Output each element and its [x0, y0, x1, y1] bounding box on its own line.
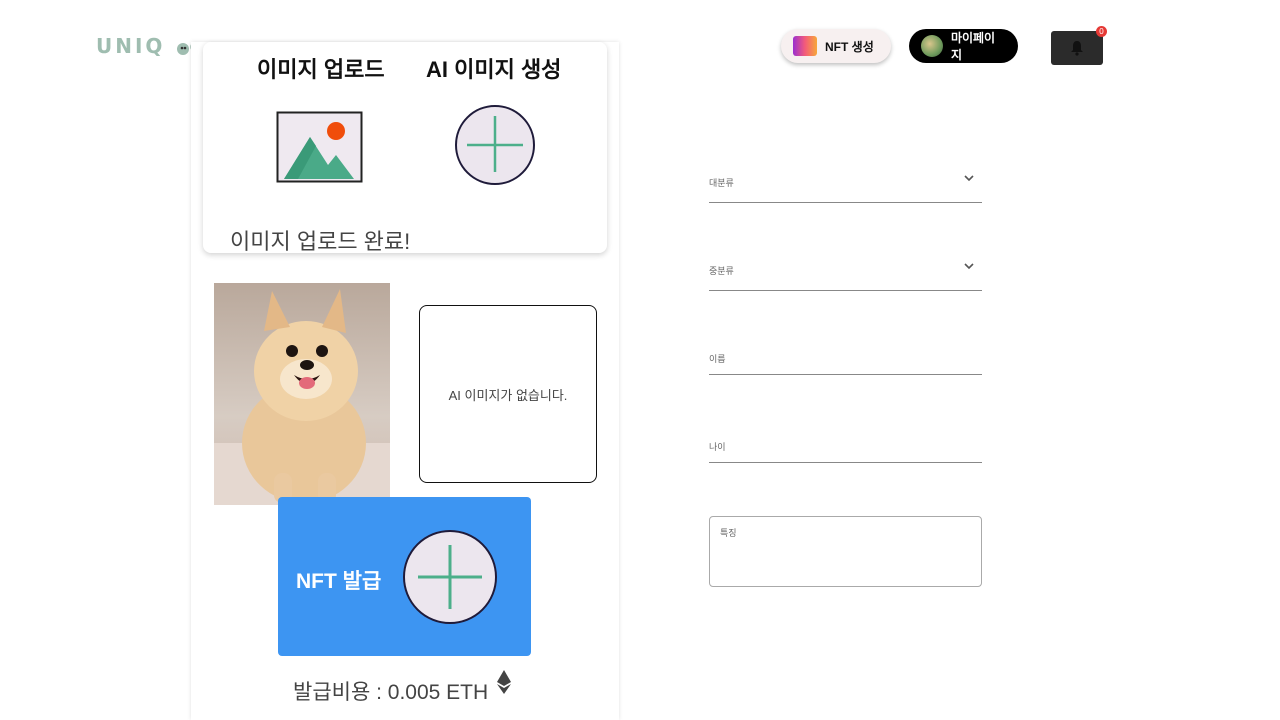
mypage-button[interactable]: 마이페이지	[909, 29, 1018, 63]
ai-generate-icon[interactable]	[454, 104, 536, 186]
ai-image-preview: AI 이미지가 없습니다.	[419, 305, 597, 483]
app-logo[interactable]: UNIQ	[96, 34, 201, 58]
name-label: 이름	[709, 354, 726, 364]
category-major-label: 대분류	[709, 178, 734, 188]
ai-image-empty-text: AI 이미지가 없습니다.	[448, 387, 568, 403]
traits-textarea[interactable]: 특징	[709, 516, 982, 587]
chevron-down-icon	[964, 263, 974, 270]
nft-mint-button[interactable]: NFT 발급	[278, 497, 531, 656]
avatar	[921, 35, 943, 57]
tab-ai-image[interactable]: AI 이미지 생성	[426, 52, 561, 84]
notification-badge: 0	[1096, 26, 1107, 37]
mint-plus-icon	[403, 530, 497, 624]
mint-fee-text: 발급비용 : 0.005 ETH	[293, 681, 489, 704]
upload-status-text: 이미지 업로드 완료!	[230, 229, 411, 254]
nft-mint-label: NFT 발급	[296, 570, 382, 593]
bell-icon	[1071, 41, 1083, 56]
age-label: 나이	[709, 442, 726, 452]
mypage-label: 마이페이지	[950, 31, 996, 62]
notification-button[interactable]	[1051, 31, 1103, 65]
age-input[interactable]: 나이	[709, 432, 982, 463]
nft-create-icon	[793, 36, 817, 56]
nft-create-label: NFT 생성	[825, 39, 874, 54]
mint-fee: 발급비용 : 0.005 ETH	[293, 670, 511, 706]
tab-image-upload[interactable]: 이미지 업로드	[257, 52, 385, 84]
category-minor-select[interactable]: 중분류	[709, 254, 982, 291]
name-input[interactable]: 이름	[709, 344, 982, 375]
ethereum-icon	[497, 670, 511, 694]
nft-create-button[interactable]: NFT 생성	[781, 29, 891, 63]
logo-text: UNIQ	[96, 34, 166, 58]
chevron-down-icon	[964, 175, 974, 182]
category-major-select[interactable]: 대분류	[709, 166, 982, 203]
uploaded-image-preview	[214, 283, 390, 505]
image-upload-icon[interactable]	[276, 111, 363, 183]
traits-label: 특징	[720, 528, 737, 538]
category-minor-label: 중분류	[709, 266, 734, 276]
